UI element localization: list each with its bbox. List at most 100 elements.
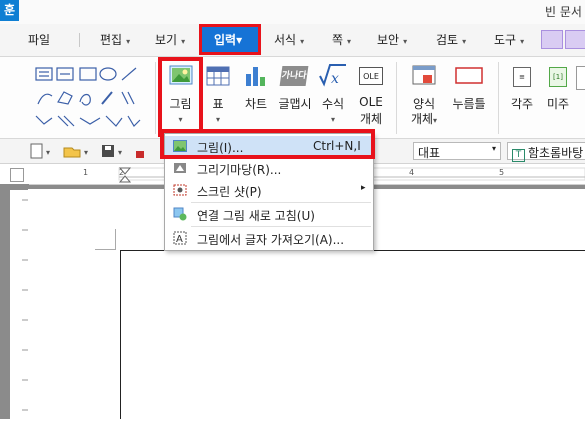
refresh-link-icon <box>173 207 187 221</box>
font-select[interactable]: T 함초롬바탕 <box>507 142 585 162</box>
chevron-down-icon: ▾ <box>433 116 438 125</box>
form-label-line2: 개체▾ <box>406 110 442 127</box>
footnote-button[interactable]: ≡ 각주 <box>505 60 539 111</box>
quick-access-toolbar <box>539 27 585 53</box>
menu-item-label: 스크린 샷(P) <box>197 185 262 199</box>
form-icon <box>412 65 436 85</box>
menu-security[interactable]: 보안 ▾ <box>377 31 407 48</box>
svg-text:▾: ▾ <box>84 148 88 157</box>
footnote-label: 각주 <box>510 97 534 111</box>
menu-edit[interactable]: 편집 ▾ <box>100 31 130 48</box>
text-area-frame[interactable] <box>120 250 585 419</box>
chevron-down-icon: ▾ <box>181 37 186 46</box>
ribbon-separator <box>155 62 156 134</box>
indent-marker-icon[interactable] <box>119 167 131 183</box>
endnote-label: 미주 <box>546 97 570 111</box>
chevron-down-icon: ▾ <box>300 37 305 46</box>
drawing-icon <box>174 163 186 173</box>
menu-insert-label: 입력 <box>214 33 237 47</box>
menu-format[interactable]: 서식 ▾ <box>274 31 304 48</box>
menu-divider <box>191 202 371 203</box>
ruler-label: 1 <box>83 168 89 177</box>
file-toolbar-icons[interactable]: ▾ ▾ ▾ <box>28 142 158 160</box>
ruler-ticks-icon <box>22 199 28 411</box>
chevron-down-icon: ▾ <box>215 115 220 124</box>
menu-view[interactable]: 보기 ▾ <box>155 31 185 48</box>
window-title: 빈 문서 <box>545 5 582 19</box>
menu-item-drawing-gallery[interactable]: 그리기마당(R)... <box>165 158 373 179</box>
chevron-down-icon: ▾ <box>462 37 467 46</box>
menu-item-screenshot[interactable]: 스크린 샷(P) ▸ <box>165 180 373 201</box>
form-object-button[interactable]: 양식 개체▾ <box>406 60 442 135</box>
style-select-value: 대표 <box>418 146 441 160</box>
ribbon-overflow-icon[interactable] <box>576 66 585 90</box>
svg-text:▾: ▾ <box>118 148 122 157</box>
menu-item-label: 그리기마당(R)... <box>197 163 282 177</box>
vertical-ruler[interactable] <box>10 190 29 419</box>
toolbar-mode-icon[interactable] <box>541 30 563 49</box>
submenu-arrow-icon: ▸ <box>361 183 366 193</box>
click-here-button[interactable]: 누름틀 <box>447 60 491 111</box>
chart-button[interactable]: 차트 <box>239 60 273 111</box>
screenshot-icon <box>173 184 187 196</box>
picture-menu-highlight <box>160 129 375 159</box>
menu-tools[interactable]: 도구 ▾ <box>494 31 524 48</box>
menu-page-label: 쪽 <box>332 33 344 47</box>
text-extract-icon: A <box>173 231 187 245</box>
ole-object-button[interactable]: OLE OLE 개체 <box>354 60 388 135</box>
svg-text:▾: ▾ <box>46 148 50 157</box>
menu-item-label: 그림에서 글자 가져오기(A)... <box>197 233 345 247</box>
menu-item-refresh-linked[interactable]: 연결 그림 새로 고침(U) <box>165 204 373 225</box>
chevron-down-icon: ▾ <box>491 144 496 153</box>
equation-button[interactable]: x 수식 ▾ <box>316 60 350 135</box>
menu-tools-label: 도구 <box>494 33 517 47</box>
menu-edit-label: 편집 <box>100 33 123 47</box>
style-select[interactable]: 대표 ▾ <box>413 142 501 160</box>
shape-gallery[interactable] <box>30 62 150 134</box>
font-type-icon: T <box>512 149 525 162</box>
ole-icon: OLE <box>359 67 383 85</box>
menu-divider <box>191 226 371 227</box>
text-art-button[interactable]: 가나다 글맵시 <box>275 60 315 111</box>
chart-label: 차트 <box>244 97 268 111</box>
shape-grid-icon[interactable] <box>30 62 150 134</box>
menu-format-label: 서식 <box>274 33 297 47</box>
toolbar-mode-icon[interactable] <box>565 30 585 49</box>
chevron-down-icon: ▾ <box>403 37 408 46</box>
ole-label-line2: 개체 <box>359 112 383 126</box>
menu-security-label: 보안 <box>377 33 400 47</box>
ruler-label: 4 <box>409 168 415 177</box>
equation-icon: x <box>319 64 346 87</box>
chevron-down-icon: ▾ <box>330 115 335 124</box>
chevron-down-icon: ▾ <box>347 37 352 46</box>
ruler-label: 5 <box>499 168 505 177</box>
table-button[interactable]: 표 ▾ <box>203 60 233 135</box>
chevron-down-icon: ▾ <box>236 33 243 47</box>
form-label-line2-text: 개체 <box>410 112 434 126</box>
endnote-icon: [1] <box>549 67 567 87</box>
menu-review-label: 검토 <box>436 33 459 47</box>
menu-review[interactable]: 검토 ▾ <box>436 31 466 48</box>
menu-page[interactable]: 쪽 ▾ <box>332 31 351 48</box>
menu-item-label: 연결 그림 새로 고침(U) <box>197 209 315 223</box>
ole-label-line1: OLE <box>359 95 383 109</box>
chevron-down-icon: ▾ <box>126 37 131 46</box>
menu-insert[interactable]: 입력▾ <box>199 24 261 55</box>
text-art-icon: 가나다 <box>279 66 309 86</box>
endnote-button[interactable]: [1] 미주 <box>541 60 575 111</box>
ruler-corner-icon[interactable] <box>10 168 24 182</box>
click-here-icon <box>455 67 483 84</box>
table-label: 표 <box>212 97 224 111</box>
table-icon <box>206 66 230 86</box>
chart-icon <box>246 67 265 86</box>
ribbon-separator <box>396 62 397 134</box>
picture-button-highlight <box>158 57 203 137</box>
svg-text:x: x <box>331 71 339 87</box>
equation-label: 수식 <box>321 97 345 111</box>
menu-file[interactable]: 파일 <box>28 31 50 48</box>
app-logo-icon[interactable]: 훈 <box>0 0 19 21</box>
menu-view-label: 보기 <box>155 33 178 47</box>
font-select-value: 함초롬바탕 <box>528 146 584 160</box>
menu-item-text-from-picture[interactable]: A 그림에서 글자 가져오기(A)... <box>165 228 373 249</box>
footnote-icon: ≡ <box>513 67 531 87</box>
